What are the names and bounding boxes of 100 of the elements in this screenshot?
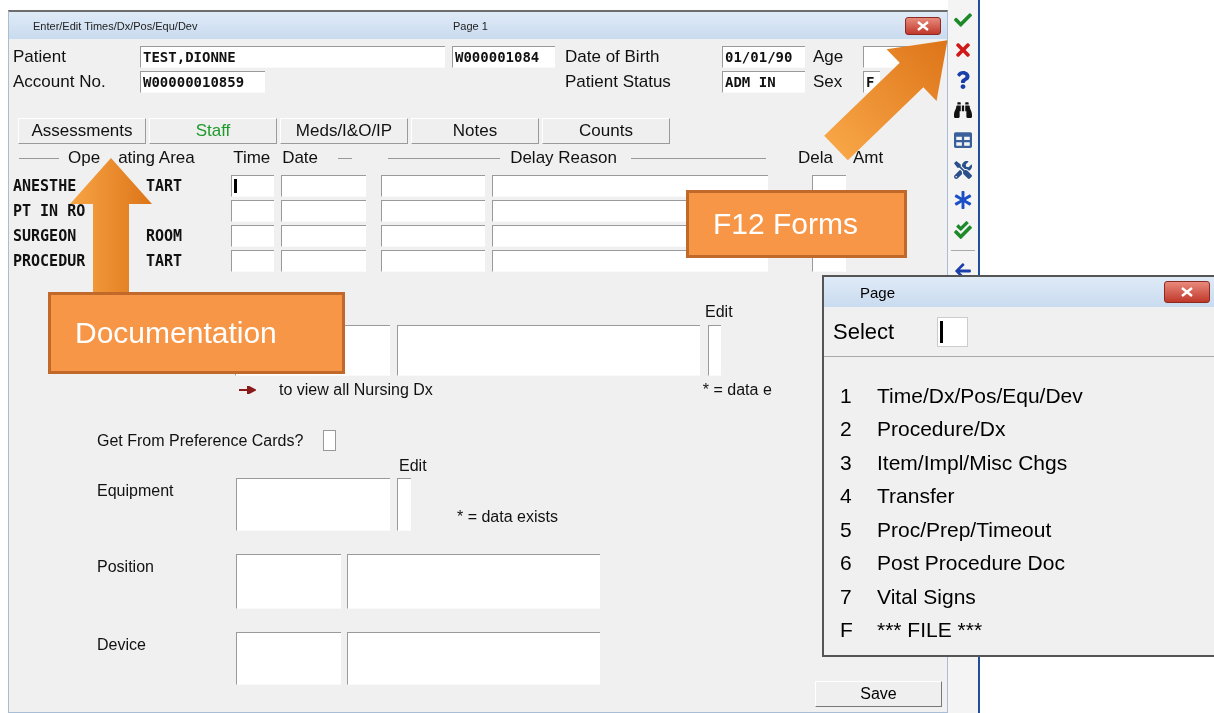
device-code-field[interactable] xyxy=(236,632,341,685)
position-field[interactable] xyxy=(347,554,600,609)
field-label: Date of Birth xyxy=(565,46,661,67)
menu-key: 6 xyxy=(840,551,877,576)
menu-label: Item/Impl/Misc Chgs xyxy=(877,450,1068,475)
column-header: Amt xyxy=(852,148,884,168)
date-field[interactable] xyxy=(281,249,366,272)
menu-item[interactable]: 7 Vital Signs xyxy=(824,580,1214,614)
menu-item[interactable]: 1 Time/Dx/Pos/Equ/Dev xyxy=(824,379,1214,413)
input-field[interactable] xyxy=(381,199,485,222)
hint-text: to view all Nursing Dx xyxy=(279,381,433,399)
menu-key: 3 xyxy=(840,450,877,475)
menu-label: Time/Dx/Pos/Equ/Dev xyxy=(877,383,1083,408)
field-label: Patient Status xyxy=(565,71,672,92)
field-label: Select xyxy=(833,318,895,345)
menu-label: Post Procedure Doc xyxy=(877,551,1065,576)
menu-item[interactable]: 5 Proc/Prep/Timeout xyxy=(824,513,1214,547)
edit-field[interactable] xyxy=(708,325,721,376)
field-label: Equipment xyxy=(97,482,175,500)
select-field[interactable] xyxy=(937,316,969,347)
menu-label: Proc/Prep/Timeout xyxy=(877,517,1052,542)
field-label: Position xyxy=(97,558,155,576)
row-label: SURGEON xyxy=(13,226,78,245)
right-arrow-icon xyxy=(239,386,256,394)
row-label: TART xyxy=(146,251,183,270)
menu-key: 1 xyxy=(840,383,877,408)
device-field[interactable] xyxy=(347,632,600,685)
date-field[interactable] xyxy=(281,199,366,222)
menu-item[interactable]: F *** FILE *** xyxy=(824,613,1214,647)
time-field[interactable] xyxy=(231,199,274,222)
equipment-field[interactable] xyxy=(236,478,390,531)
tab[interactable]: Assessments xyxy=(18,118,146,144)
field-label: Age xyxy=(813,46,845,67)
field-label: Sex xyxy=(813,71,844,92)
input-field[interactable] xyxy=(381,174,485,197)
menu-item[interactable]: 6 Post Procedure Doc xyxy=(824,546,1214,580)
field-label: Edit xyxy=(399,457,427,475)
close-icon xyxy=(917,20,929,31)
asterisk-icon[interactable] xyxy=(952,190,974,210)
dob-field[interactable]: 01/01/90 xyxy=(722,45,805,68)
menu-key: F xyxy=(840,618,877,643)
menu-item[interactable]: 2 Procedure/Dx xyxy=(824,412,1214,446)
text-cursor xyxy=(234,178,237,193)
field-label: Get From Preference Cards? xyxy=(97,431,304,450)
column-header: ating Area xyxy=(118,148,196,168)
menu-key: 5 xyxy=(840,517,877,542)
tools-icon[interactable] xyxy=(952,160,974,180)
column-header: Date xyxy=(282,148,320,168)
legend-text: * = data e xyxy=(702,381,772,399)
column-header: Time xyxy=(233,148,272,168)
row-label: ROOM xyxy=(146,226,183,245)
tab[interactable]: Meds/I&O/IP xyxy=(280,118,408,144)
date-field[interactable] xyxy=(281,174,366,197)
menu-item[interactable]: 4 Transfer xyxy=(824,479,1214,513)
row-label: PROCEDUR xyxy=(13,251,87,270)
field-label: Edit xyxy=(705,303,733,321)
time-field[interactable] xyxy=(231,249,274,272)
diagnosis-field[interactable] xyxy=(397,325,700,376)
close-button[interactable] xyxy=(1164,281,1210,303)
checkbox[interactable] xyxy=(323,430,337,451)
callout-tooltip: Documentation xyxy=(48,292,345,374)
edit-field[interactable] xyxy=(397,478,411,531)
patient-name-field[interactable]: TEST,DIONNE xyxy=(140,45,445,68)
menu-item[interactable]: 3 Item/Impl/Misc Chgs xyxy=(824,446,1214,480)
input-field[interactable] xyxy=(381,249,485,272)
menu-label: Transfer xyxy=(877,484,955,509)
text-cursor xyxy=(940,320,944,343)
check-all-icon[interactable] xyxy=(952,220,974,240)
patient-id-field[interactable]: W000001084 xyxy=(452,45,555,68)
close-button[interactable] xyxy=(905,16,941,35)
save-button[interactable]: Save xyxy=(815,681,942,707)
close-icon xyxy=(1181,287,1193,297)
input-field[interactable] xyxy=(381,224,485,247)
menu-key: 2 xyxy=(840,417,877,442)
callout-tooltip: F12 Forms xyxy=(686,190,907,258)
menu-label: Vital Signs xyxy=(877,584,976,609)
position-code-field[interactable] xyxy=(236,554,341,609)
account-field[interactable]: W00000010859 xyxy=(140,70,265,93)
delay-reason-field[interactable] xyxy=(492,174,768,197)
dialog-title: Page xyxy=(860,283,897,301)
column-header: Ope xyxy=(68,148,101,168)
table-icon[interactable] xyxy=(952,130,974,150)
time-field[interactable] xyxy=(231,224,274,247)
page-indicator: Page 1 xyxy=(453,19,489,32)
row-label: ANESTHE xyxy=(13,176,78,195)
tab[interactable]: Notes xyxy=(411,118,539,144)
column-header: Dela xyxy=(797,148,833,168)
column-header: Delay Reason xyxy=(510,148,617,168)
menu-label: *** FILE *** xyxy=(877,618,983,643)
tab[interactable]: Counts xyxy=(542,118,670,144)
field-label: Device xyxy=(97,636,147,654)
binoculars-icon[interactable] xyxy=(952,100,974,120)
time-field[interactable] xyxy=(231,174,274,197)
check-icon[interactable] xyxy=(952,10,974,30)
field-label: Account No. xyxy=(13,71,107,92)
row-label: PT IN RO xyxy=(13,201,87,220)
status-field[interactable]: ADM IN xyxy=(722,70,805,93)
window-title: Enter/Edit Times/Dx/Pos/Equ/Dev xyxy=(33,19,199,32)
menu-label: Procedure/Dx xyxy=(877,417,1006,442)
date-field[interactable] xyxy=(281,224,366,247)
